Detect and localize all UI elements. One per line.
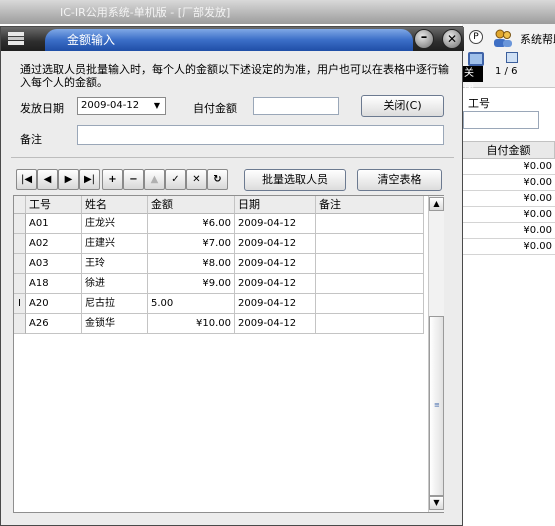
dialog-title: 金额输入 xyxy=(67,33,116,47)
row-indicator xyxy=(14,254,26,274)
table-row[interactable]: A03 王玲 ¥8.00 2009-04-12 xyxy=(14,254,424,274)
main-grid-header: 自付金额 xyxy=(462,141,555,159)
cell-remark[interactable] xyxy=(316,274,424,294)
cell-id[interactable]: A02 xyxy=(26,234,82,254)
main-grid-cell[interactable]: ¥0.00 xyxy=(462,175,555,191)
scroll-down-icon[interactable]: ▼ xyxy=(429,496,444,510)
record-navigator: |◀ ◀ ▶ ▶| + − ▲ ✓ ✕ ↻ xyxy=(16,169,231,191)
cell-name[interactable]: 庄龙兴 xyxy=(82,214,148,234)
self-pay-amount-input[interactable] xyxy=(253,97,339,115)
row-indicator-header xyxy=(14,196,26,214)
cancel-record-button[interactable]: ✕ xyxy=(186,169,207,190)
main-grid-cell[interactable]: ¥0.00 xyxy=(462,207,555,223)
remark-label: 备注 xyxy=(20,133,42,146)
last-record-button[interactable]: ▶| xyxy=(79,169,100,190)
table-row[interactable]: A26 金锁华 ¥10.00 2009-04-12 xyxy=(14,314,424,334)
issue-date-label: 发放日期 xyxy=(20,102,64,115)
close-window-icon[interactable] xyxy=(468,52,484,66)
cell-name[interactable]: 徐进 xyxy=(82,274,148,294)
page-indicator: 1 / 6 xyxy=(495,66,518,77)
self-pay-amount-label: 自付金额 xyxy=(193,102,237,115)
cell-id[interactable]: A18 xyxy=(26,274,82,294)
minimize-button[interactable]: – xyxy=(414,29,434,49)
row-indicator xyxy=(14,274,26,294)
cell-name[interactable]: 庄建兴 xyxy=(82,234,148,254)
toolbar-close-button[interactable]: 关闭 xyxy=(463,66,483,95)
cell-remark[interactable] xyxy=(316,254,424,274)
scroll-up-icon[interactable]: ▲ xyxy=(429,197,444,211)
cell-id[interactable]: A01 xyxy=(26,214,82,234)
cell-name[interactable]: 金锁华 xyxy=(82,314,148,334)
cell-date[interactable]: 2009-04-12 xyxy=(235,234,316,254)
cell-id[interactable]: A03 xyxy=(26,254,82,274)
grip-icon: ≡ xyxy=(434,401,440,409)
remark-input[interactable] xyxy=(77,125,444,145)
edit-record-button[interactable]: ▲ xyxy=(144,169,165,190)
main-grid-cell[interactable]: ¥0.00 xyxy=(462,239,555,255)
instruction-text: 通过选取人员批量输入时，每个人的金额以下述设定的为准，用户也可以在表格中逐行输入… xyxy=(20,63,449,89)
main-grid-cell[interactable]: ¥0.00 xyxy=(462,191,555,207)
clear-table-button[interactable]: 清空表格 xyxy=(357,169,442,191)
chevron-down-icon[interactable]: ▼ xyxy=(149,98,165,114)
row-indicator xyxy=(14,214,26,234)
row-indicator xyxy=(14,314,26,334)
cell-name[interactable]: 王玲 xyxy=(82,254,148,274)
cell-amount[interactable]: ¥7.00 xyxy=(148,234,235,254)
table-row[interactable]: A02 庄建兴 ¥7.00 2009-04-12 xyxy=(14,234,424,254)
vertical-scrollbar[interactable]: ▲ ≡ ▼ xyxy=(428,196,444,512)
cell-date[interactable]: 2009-04-12 xyxy=(235,314,316,334)
page-icon xyxy=(506,52,518,63)
cell-amount[interactable]: ¥10.00 xyxy=(148,314,235,334)
post-record-button[interactable]: ✓ xyxy=(165,169,186,190)
column-header-remark[interactable]: 备注 xyxy=(316,196,424,214)
column-header-date[interactable]: 日期 xyxy=(235,196,316,214)
row-indicator xyxy=(14,234,26,254)
insert-record-button[interactable]: + xyxy=(102,169,123,190)
cell-amount-editing[interactable]: 5.00 xyxy=(148,294,235,314)
cell-amount[interactable]: ¥6.00 xyxy=(148,214,235,234)
cell-date[interactable]: 2009-04-12 xyxy=(235,214,316,234)
cell-amount[interactable]: ¥9.00 xyxy=(148,274,235,294)
cell-date[interactable]: 2009-04-12 xyxy=(235,274,316,294)
batch-select-button[interactable]: 批量选取人员 xyxy=(244,169,346,191)
cell-remark[interactable] xyxy=(316,314,424,334)
prior-record-button[interactable]: ◀ xyxy=(37,169,58,190)
cell-id[interactable]: A26 xyxy=(26,314,82,334)
column-header-amount[interactable]: 金额 xyxy=(148,196,235,214)
refresh-button[interactable]: ↻ xyxy=(207,169,228,190)
cell-remark[interactable] xyxy=(316,234,424,254)
cell-amount[interactable]: ¥8.00 xyxy=(148,254,235,274)
employee-id-input[interactable] xyxy=(463,111,539,129)
cell-remark[interactable] xyxy=(316,294,424,314)
dialog-close-x-button[interactable]: ✕ xyxy=(442,29,462,49)
cell-date[interactable]: 2009-04-12 xyxy=(235,254,316,274)
cell-name[interactable]: 尼古拉 xyxy=(82,294,148,314)
column-header-name[interactable]: 姓名 xyxy=(82,196,148,214)
main-window-title: IC-IR公用系统-单机版 - [厂部发放] xyxy=(60,6,231,19)
table-row[interactable]: A18 徐进 ¥9.00 2009-04-12 xyxy=(14,274,424,294)
p-icon[interactable]: P xyxy=(469,30,483,44)
table-row[interactable]: I A20 尼古拉 5.00 2009-04-12 xyxy=(14,294,424,314)
amount-input-dialog: 金额输入 – ✕ 通过选取人员批量输入时，每个人的金额以下述设定的为准，用户也可… xyxy=(0,26,464,526)
first-record-button[interactable]: |◀ xyxy=(16,169,37,190)
amount-grid[interactable]: 工号 姓名 金额 日期 备注 A01 庄龙兴 ¥6.00 2009-04-12 … xyxy=(13,195,444,513)
divider xyxy=(11,157,454,158)
app-icon xyxy=(8,32,24,45)
cell-date[interactable]: 2009-04-12 xyxy=(235,294,316,314)
system-help-button[interactable]: 系统帮助 xyxy=(520,31,555,47)
main-grid: 自付金额 ¥0.00 ¥0.00 ¥0.00 ¥0.00 ¥0.00 ¥0.00 xyxy=(462,141,555,261)
close-button[interactable]: 关闭(C) xyxy=(361,95,444,117)
employee-id-label: 工号 xyxy=(468,97,490,110)
delete-record-button[interactable]: − xyxy=(123,169,144,190)
table-row[interactable]: A01 庄龙兴 ¥6.00 2009-04-12 xyxy=(14,214,424,234)
scroll-thumb[interactable]: ≡ xyxy=(429,316,444,496)
column-header-id[interactable]: 工号 xyxy=(26,196,82,214)
help-users-icon[interactable] xyxy=(492,28,514,48)
main-grid-cell[interactable]: ¥0.00 xyxy=(462,223,555,239)
main-grid-cell[interactable]: ¥0.00 xyxy=(462,159,555,175)
row-indicator-current: I xyxy=(14,294,26,314)
cell-id[interactable]: A20 xyxy=(26,294,82,314)
cell-remark[interactable] xyxy=(316,214,424,234)
next-record-button[interactable]: ▶ xyxy=(58,169,79,190)
